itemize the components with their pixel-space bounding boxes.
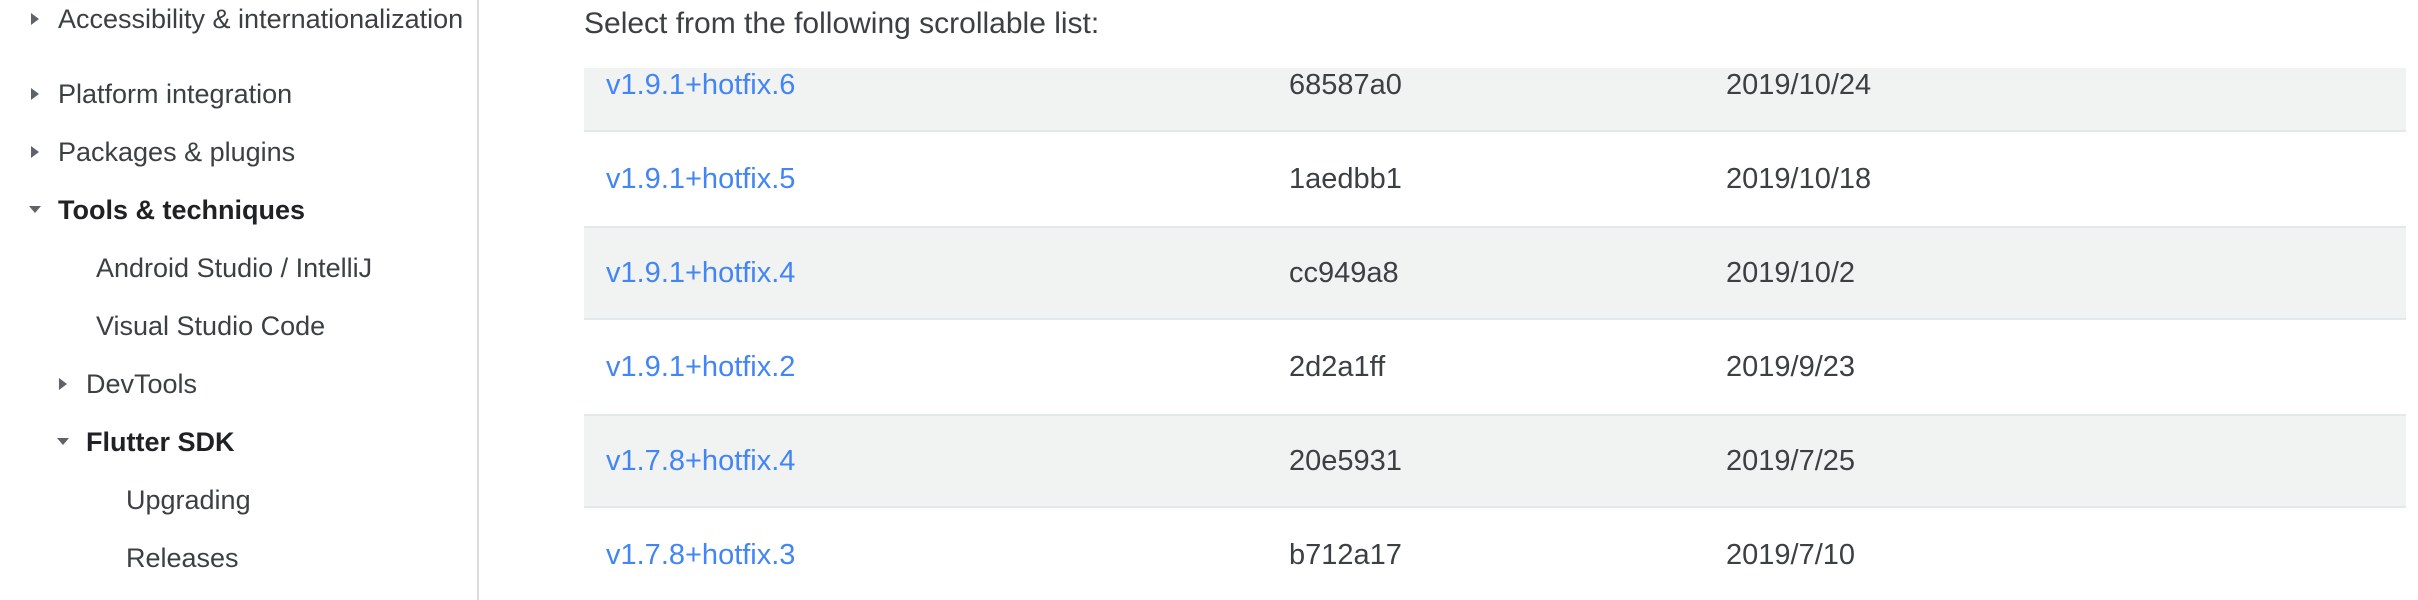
sidebar-nav: Accessibility & internationalization Plat… bbox=[0, 0, 477, 597]
release-date: 2019/10/24 bbox=[1726, 68, 1872, 101]
sidebar-item-android-studio-intellij[interactable]: Android Studio / IntelliJ bbox=[0, 249, 477, 307]
sidebar-item-label: Accessibility & internationalization bbox=[58, 4, 464, 34]
release-commit-hash: b712a17 bbox=[1289, 538, 1402, 571]
release-version-link[interactable]: v1.9.1+hotfix.6 bbox=[584, 69, 1289, 102]
release-date: 2019/10/2 bbox=[1726, 256, 1856, 289]
chevron-down-icon[interactable] bbox=[22, 191, 48, 217]
release-row[interactable]: v1.7.8+hotfix.3 b712a17 2019/7/10 bbox=[584, 508, 2406, 600]
intro-text: Select from the following scrollable lis… bbox=[584, 7, 1100, 40]
release-version-link[interactable]: v1.9.1+hotfix.2 bbox=[584, 351, 1289, 384]
release-version-link[interactable]: v1.9.1+hotfix.5 bbox=[584, 163, 1289, 196]
chevron-down-icon[interactable] bbox=[50, 423, 76, 449]
page-root: Accessibility & internationalization Plat… bbox=[0, 0, 2418, 600]
release-commit-hash: 2d2a1ff bbox=[1289, 350, 1386, 383]
chevron-right-icon[interactable] bbox=[22, 75, 48, 103]
sidebar-item-label: Visual Studio Code bbox=[96, 311, 326, 341]
release-date: 2019/7/10 bbox=[1726, 538, 1856, 571]
sidebar-item-label: DevTools bbox=[86, 369, 198, 399]
sidebar-item-accessibility-internationalization[interactable]: Accessibility & internationalization bbox=[0, 0, 477, 75]
release-commit-hash: 20e5931 bbox=[1289, 444, 1402, 477]
release-date: 2019/9/23 bbox=[1726, 350, 1856, 383]
release-version-link[interactable]: v1.7.8+hotfix.4 bbox=[584, 445, 1289, 478]
sidebar-item-platform-integration[interactable]: Platform integration bbox=[0, 75, 477, 133]
sidebar: Accessibility & internationalization Plat… bbox=[0, 0, 479, 600]
release-row[interactable]: v1.9.1+hotfix.6 68587a0 2019/10/24 bbox=[584, 68, 2406, 132]
release-row[interactable]: v1.9.1+hotfix.2 2d2a1ff 2019/9/23 bbox=[584, 320, 2406, 414]
sidebar-item-flutter-sdk[interactable]: Flutter SDK bbox=[0, 423, 477, 481]
release-version-link[interactable]: v1.7.8+hotfix.3 bbox=[584, 539, 1289, 572]
release-row[interactable]: v1.9.1+hotfix.4 cc949a8 2019/10/2 bbox=[584, 226, 2406, 320]
sidebar-item-releases[interactable]: Releases bbox=[0, 539, 477, 597]
sidebar-item-label: Packages & plugins bbox=[58, 137, 296, 167]
sidebar-item-tools-techniques[interactable]: Tools & techniques bbox=[0, 191, 477, 249]
chevron-right-icon[interactable] bbox=[50, 365, 76, 393]
release-row[interactable]: v1.9.1+hotfix.5 1aedbb1 2019/10/18 bbox=[584, 132, 2406, 226]
main-content: Select from the following scrollable lis… bbox=[479, 0, 2418, 600]
release-commit-hash: 68587a0 bbox=[1289, 68, 1402, 101]
sidebar-item-label: Flutter SDK bbox=[86, 427, 235, 457]
sidebar-item-label: Android Studio / IntelliJ bbox=[96, 253, 373, 283]
sidebar-item-upgrading[interactable]: Upgrading bbox=[0, 481, 477, 539]
chevron-right-icon[interactable] bbox=[22, 0, 48, 28]
sidebar-item-label: Releases bbox=[126, 543, 239, 573]
release-row[interactable]: v1.7.8+hotfix.4 20e5931 2019/7/25 bbox=[584, 414, 2406, 508]
sidebar-item-label: Tools & techniques bbox=[58, 195, 306, 225]
sidebar-item-label: Platform integration bbox=[58, 79, 293, 109]
release-commit-hash: cc949a8 bbox=[1289, 256, 1399, 289]
chevron-right-icon[interactable] bbox=[22, 133, 48, 161]
sidebar-item-devtools[interactable]: DevTools bbox=[0, 365, 477, 423]
sidebar-item-packages-plugins[interactable]: Packages & plugins bbox=[0, 133, 477, 191]
sidebar-item-visual-studio-code[interactable]: Visual Studio Code bbox=[0, 307, 477, 365]
release-date: 2019/10/18 bbox=[1726, 162, 1872, 195]
sidebar-item-label: Upgrading bbox=[126, 485, 251, 515]
releases-list: v1.9.1+hotfix.6 68587a0 2019/10/24 v1.9.1+h… bbox=[584, 68, 2406, 600]
release-version-link[interactable]: v1.9.1+hotfix.4 bbox=[584, 257, 1289, 290]
releases-scroll-container[interactable]: v1.9.1+hotfix.6 68587a0 2019/10/24 v1.9.1+h… bbox=[584, 68, 2406, 600]
release-date: 2019/7/25 bbox=[1726, 444, 1856, 477]
release-commit-hash: 1aedbb1 bbox=[1289, 162, 1402, 195]
